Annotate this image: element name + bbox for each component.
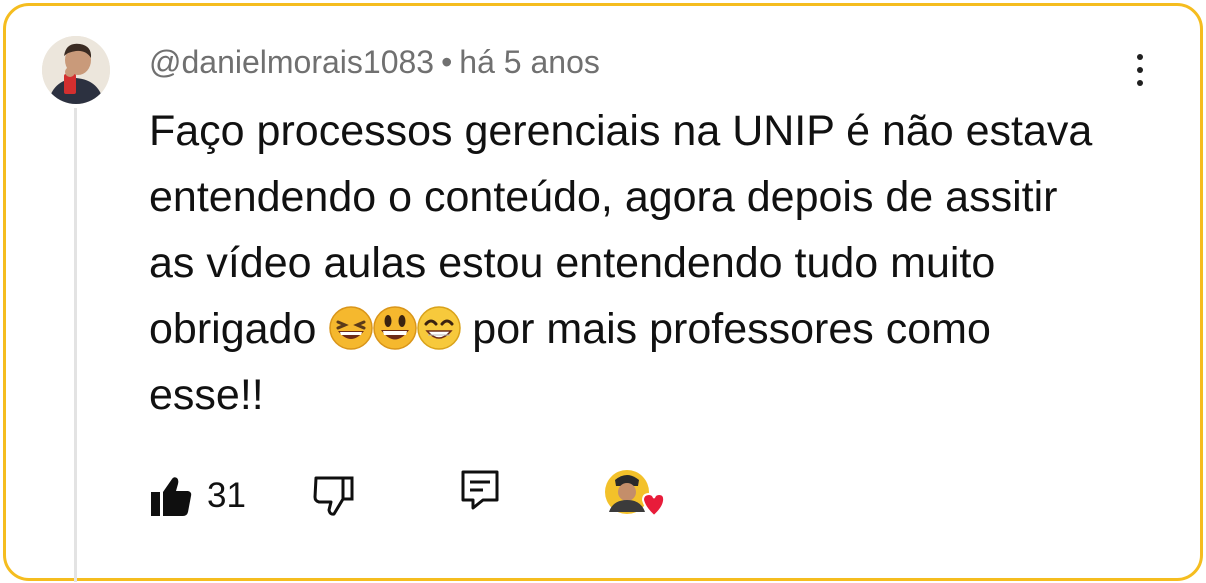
comment-text: Faço processos gerenciais na UNIP é não … [149,98,1159,428]
thumbs-up-icon[interactable] [149,474,193,518]
username[interactable]: @danielmorais1083 [149,44,434,80]
creator-heart-icon[interactable] [601,468,665,524]
comment-card: @danielmorais1083 • há 5 anos Faço process… [3,3,1203,582]
user-avatar[interactable] [42,36,110,104]
comment-line: as vídeo aulas estou entendendo tudo mui… [149,239,996,287]
thread-line [74,108,77,582]
comment-line: obrigado por mais professores como [149,296,1159,362]
comment-line-text: por mais professores como [472,305,991,353]
like-count: 31 [207,476,246,515]
timestamp[interactable]: há 5 anos [459,44,600,80]
separator-dot: • [441,44,453,80]
comment-line: Faço processos gerenciais na UNIP é não … [149,107,1093,155]
comment-line: entendendo o conteúdo, agora depois de a… [149,173,1058,221]
thumbs-down-icon[interactable] [311,472,357,518]
comment-line: esse!! [149,371,264,419]
kebab-menu-icon[interactable] [1128,50,1152,90]
reply-icon[interactable] [459,468,501,512]
comment-header: @danielmorais1083 • há 5 anos [149,44,600,81]
grinning-squinting-face-icon [329,306,374,350]
beaming-face-icon [417,306,462,350]
grinning-face-big-eyes-icon [373,306,418,350]
comment-line-text: obrigado [149,305,317,353]
